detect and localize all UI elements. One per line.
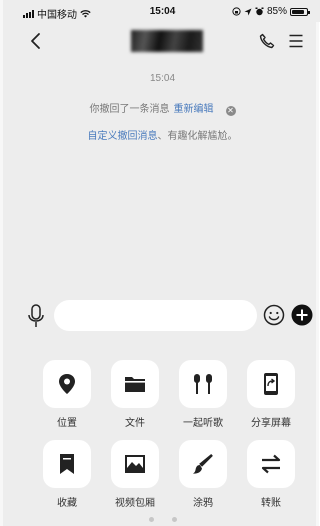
folder-icon — [125, 377, 145, 392]
microphone-icon[interactable] — [27, 304, 45, 328]
share-screen-label: 分享屏幕 — [251, 418, 291, 429]
phone-icon[interactable] — [259, 33, 275, 49]
plus-icon[interactable] — [291, 304, 313, 326]
video-room-button[interactable] — [111, 440, 159, 488]
battery-icon — [290, 7, 310, 16]
battery-fill — [292, 9, 304, 14]
brush-icon — [193, 454, 213, 474]
status-right: 85% — [232, 6, 310, 17]
contact-name-redacted — [131, 30, 203, 52]
location-button[interactable] — [43, 360, 91, 408]
earphones-icon — [194, 374, 212, 394]
listen-together-label: 一起听歌 — [183, 418, 223, 429]
transfer-button[interactable] — [247, 440, 295, 488]
recall-notice-text: 你撤回了一条消息 — [89, 104, 170, 115]
emoji-icon[interactable] — [263, 304, 285, 326]
file-button[interactable] — [111, 360, 159, 408]
favorites-button[interactable] — [43, 440, 91, 488]
page-indicator — [3, 517, 320, 522]
file-label: 文件 — [125, 418, 145, 429]
recall-notice: 你撤回了一条消息 重新编辑 ✕ — [3, 100, 320, 116]
custom-recall-tip: 自定义撤回消息、有趣化解尴尬。 — [3, 127, 320, 142]
image-icon — [125, 455, 145, 473]
chevron-left-icon[interactable] — [29, 32, 43, 50]
chat-header — [3, 22, 320, 60]
location-label: 位置 — [57, 418, 77, 429]
listen-together-button[interactable] — [179, 360, 227, 408]
share-screen-button[interactable] — [247, 360, 295, 408]
transfer-label: 转账 — [261, 498, 281, 509]
page-dot[interactable] — [148, 517, 154, 522]
share-screen-icon — [264, 373, 278, 395]
page-dot[interactable] — [171, 517, 177, 522]
location-arrow-icon — [244, 8, 252, 15]
bookmark-icon — [60, 454, 74, 474]
doodle-button[interactable] — [179, 440, 227, 488]
transfer-icon — [261, 454, 281, 474]
battery-percent: 85% — [266, 6, 287, 17]
video-room-label: 视频包厢 — [115, 498, 155, 509]
doodle-label: 涂鸦 — [193, 498, 213, 509]
favorites-label: 收藏 — [57, 498, 77, 509]
orientation-lock-icon — [232, 7, 241, 16]
alarm-icon — [255, 7, 264, 16]
app-screen: 中国移动 15:04 85% 15:04 你撤回了一条消息 重新编辑 ✕ 自定义… — [0, 0, 320, 526]
input-bar — [3, 296, 320, 336]
menu-icon[interactable] — [289, 34, 303, 48]
close-icon[interactable]: ✕ — [225, 106, 236, 116]
location-pin-icon — [59, 374, 75, 394]
custom-recall-suffix: 、有趣化解尴尬。 — [157, 131, 238, 142]
message-input[interactable] — [54, 300, 257, 331]
re-edit-link[interactable]: 重新编辑 — [174, 104, 214, 115]
status-bar: 中国移动 15:04 85% — [3, 0, 320, 22]
custom-recall-link[interactable]: 自定义撤回消息 — [88, 131, 158, 142]
message-timestamp: 15:04 — [149, 73, 176, 84]
